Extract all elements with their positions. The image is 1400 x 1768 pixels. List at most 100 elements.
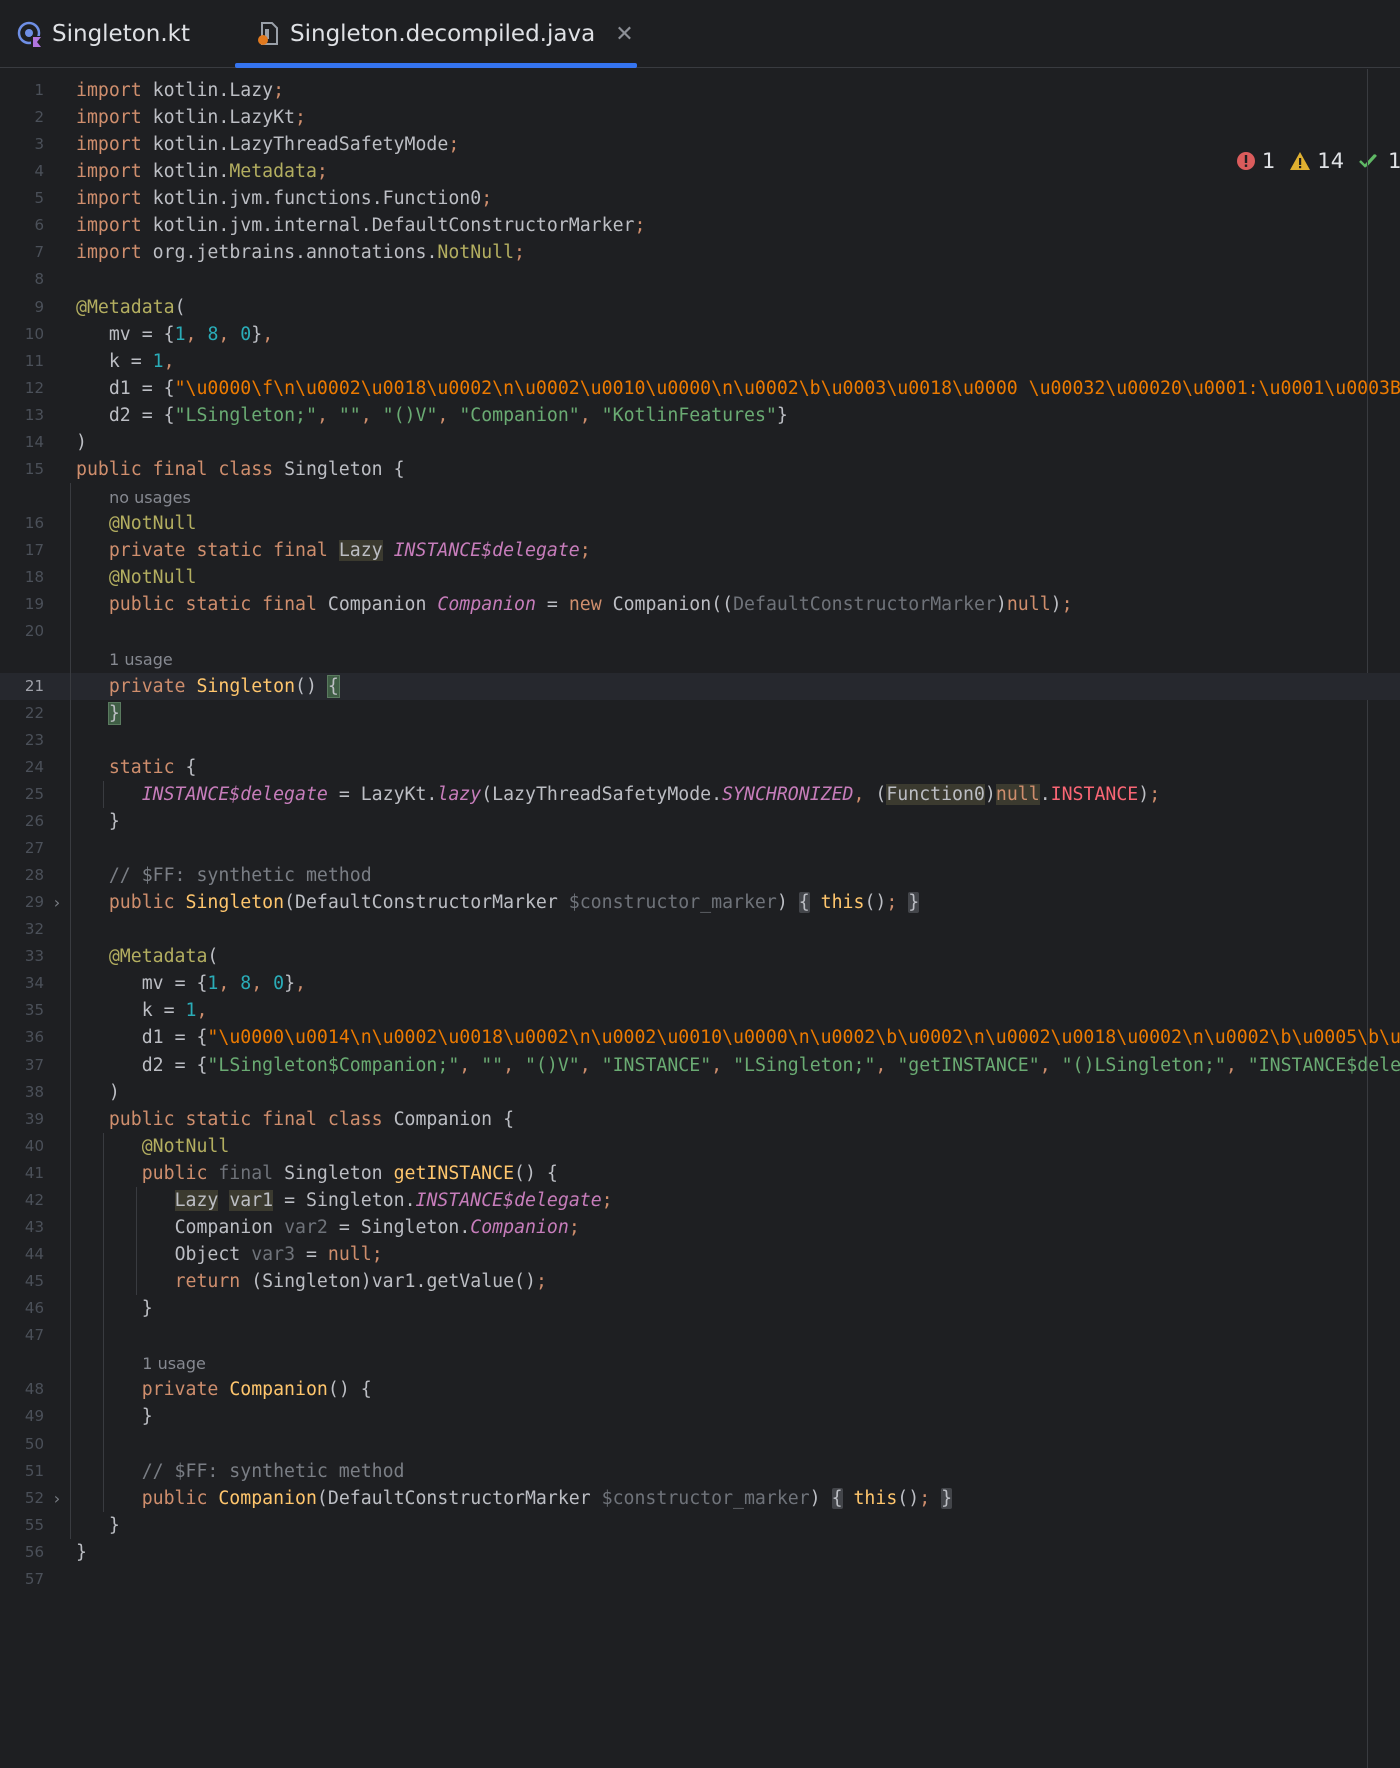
code-line[interactable]: 2 import kotlin.LazyKt; xyxy=(0,104,1400,131)
line-number: 40 xyxy=(24,1136,44,1155)
code-line[interactable]: 33 @Metadata( xyxy=(0,943,1400,970)
code-line[interactable]: 9 @Metadata( xyxy=(0,294,1400,321)
code-line[interactable]: 10 mv = {1, 8, 0}, xyxy=(0,321,1400,348)
line-number: 9 xyxy=(34,297,44,316)
tab-singleton-kt[interactable]: Singleton.kt xyxy=(16,0,190,68)
code-line[interactable]: 50 xyxy=(0,1431,1400,1458)
line-number: 25 xyxy=(24,784,44,803)
indent-guide xyxy=(103,780,105,808)
code-line[interactable]: 48 private Companion() { xyxy=(0,1376,1400,1403)
code-line[interactable]: 23 xyxy=(0,727,1400,754)
code-line[interactable]: 34 mv = {1, 8, 0}, xyxy=(0,970,1400,997)
code-line[interactable]: 36 d1 = {"\u0000\u0014\n\u0002\u0018\u00… xyxy=(0,1024,1400,1051)
code-line[interactable]: 41 public final Singleton getINSTANCE() … xyxy=(0,1160,1400,1187)
code-line[interactable]: 21 private Singleton() { xyxy=(0,672,1400,700)
code-line[interactable]: 26 } xyxy=(0,808,1400,835)
code-line[interactable]: 11 k = 1, xyxy=(0,348,1400,375)
usage-inlay-hint[interactable]: no usages xyxy=(109,488,191,507)
code-line[interactable]: 28 // $FF: synthetic method xyxy=(0,862,1400,889)
code-line[interactable]: 37 d2 = {"LSingleton$Companion;", "", "(… xyxy=(0,1052,1400,1079)
kotlin-file-icon xyxy=(17,21,42,47)
code-line[interactable]: 7 import org.jetbrains.annotations.NotNul… xyxy=(0,239,1400,266)
line-number: 7 xyxy=(34,243,44,262)
code-line[interactable]: 46 } xyxy=(0,1295,1400,1322)
line-number: 34 xyxy=(24,974,44,993)
code-line[interactable]: 38 ) xyxy=(0,1079,1400,1106)
line-number: 49 xyxy=(24,1407,44,1426)
code-text: public static final Companion Companion … xyxy=(108,594,1073,616)
tab-singleton-decompiled-java[interactable]: Singleton.decompiled.java ✕ xyxy=(254,0,634,68)
code-line[interactable]: 57 xyxy=(0,1566,1400,1593)
code-line[interactable]: 40 @NotNull xyxy=(0,1133,1400,1160)
usage-inlay-hint[interactable]: 1 usage xyxy=(109,650,173,669)
line-number: 24 xyxy=(24,757,44,776)
line-number: 17 xyxy=(24,541,44,560)
code-line[interactable]: 47 xyxy=(0,1322,1400,1349)
code-text: mv = {1, 8, 0}, xyxy=(108,323,274,345)
code-line[interactable]: 24 static { xyxy=(0,754,1400,781)
code-line[interactable]: 51 // $FF: synthetic method xyxy=(0,1458,1400,1485)
code-line[interactable]: 19 public static final Companion Compani… xyxy=(0,591,1400,618)
line-number: 37 xyxy=(24,1055,44,1074)
code-line[interactable]: 1 import kotlin.Lazy; xyxy=(0,77,1400,104)
code-line[interactable]: 25 INSTANCE$delegate = LazyKt.lazy(LazyT… xyxy=(0,781,1400,808)
tab-label: Singleton.kt xyxy=(52,21,191,47)
code-line[interactable]: 4 import kotlin.Metadata; xyxy=(0,158,1400,185)
code-text: import org.jetbrains.annotations.NotNull… xyxy=(76,242,525,264)
code-line[interactable]: 45 return (Singleton)var1.getValue(); xyxy=(0,1268,1400,1295)
code-line[interactable]: 14) xyxy=(0,429,1400,456)
code-line[interactable]: 15 public final class Singleton { xyxy=(0,456,1400,483)
code-line[interactable]: 44 Object var3 = null; xyxy=(0,1241,1400,1268)
code-text: @NotNull xyxy=(141,1135,230,1157)
code-text: import kotlin.jvm.functions.Function0; xyxy=(76,188,493,210)
code-line[interactable]: 17 private static final Lazy INSTANCE$de… xyxy=(0,537,1400,564)
line-number: 52 xyxy=(24,1488,44,1507)
code-line[interactable]: 8 xyxy=(0,266,1400,293)
code-line[interactable]: 13 d2 = {"LSingleton;", "", "()V", "Comp… xyxy=(0,402,1400,429)
code-line[interactable]: 49 } xyxy=(0,1403,1400,1430)
line-number: 56 xyxy=(24,1542,44,1561)
code-text: private Companion() { xyxy=(141,1379,372,1401)
code-editor[interactable]: 1 14 1 1 import kotlin.Lazy; 2 import kotli… xyxy=(0,69,1400,1768)
line-number: 45 xyxy=(24,1272,44,1291)
line-number: 32 xyxy=(24,920,44,939)
line-number: 8 xyxy=(34,270,44,289)
code-text: } xyxy=(107,701,121,725)
code-line[interactable]: 29 › public Singleton(DefaultConstructorM… xyxy=(0,889,1400,916)
code-text: } xyxy=(141,1298,153,1320)
line-number: 55 xyxy=(24,1515,44,1534)
code-line[interactable]: 55 } xyxy=(0,1512,1400,1539)
code-line[interactable]: 22 } xyxy=(0,700,1400,727)
code-line[interactable]: 16 @NotNull xyxy=(0,510,1400,537)
tab-label: Singleton.decompiled.java xyxy=(290,21,596,47)
code-line[interactable]: 42 Lazy var1 = Singleton.INSTANCE$delega… xyxy=(0,1187,1400,1214)
line-number: 22 xyxy=(24,703,44,722)
code-line[interactable]: 52 › public Companion(DefaultConstructorM… xyxy=(0,1485,1400,1512)
code-line[interactable]: 35 k = 1, xyxy=(0,997,1400,1024)
active-tab-indicator xyxy=(235,63,637,68)
code-line[interactable]: 43 Companion var2 = Singleton.Companion; xyxy=(0,1214,1400,1241)
editor-tab-bar: Singleton.kt Singleton.decompiled.java ✕ xyxy=(0,0,1400,68)
code-line[interactable]: 3 import kotlin.LazyThreadSafetyMode; xyxy=(0,131,1400,158)
line-number: 15 xyxy=(24,459,44,478)
code-line[interactable]: 18 @NotNull xyxy=(0,564,1400,591)
code-line[interactable]: 32 xyxy=(0,916,1400,943)
code-line[interactable]: 56} xyxy=(0,1539,1400,1566)
code-line[interactable]: 39 public static final class Companion { xyxy=(0,1106,1400,1133)
java-decompiled-file-icon xyxy=(258,22,278,45)
close-tab-icon[interactable]: ✕ xyxy=(615,22,633,47)
code-text: @NotNull xyxy=(108,567,197,589)
fold-chevron-icon[interactable]: › xyxy=(52,889,62,916)
code-text: d2 = {"LSingleton$Companion;", "", "()V"… xyxy=(141,1054,1400,1076)
fold-chevron-icon[interactable]: › xyxy=(52,1485,62,1512)
code-text: @Metadata( xyxy=(76,296,186,318)
code-line[interactable]: 20 xyxy=(0,618,1400,645)
usage-inlay-hint[interactable]: 1 usage xyxy=(142,1354,206,1373)
code-line[interactable]: 6 import kotlin.jvm.internal.DefaultConst… xyxy=(0,212,1400,239)
code-line[interactable]: 27 xyxy=(0,835,1400,862)
line-number: 19 xyxy=(24,595,44,614)
line-number: 50 xyxy=(24,1434,44,1453)
code-text: private static final Lazy INSTANCE$deleg… xyxy=(108,540,591,562)
code-line[interactable]: 5 import kotlin.jvm.functions.Function0; xyxy=(0,185,1400,212)
code-line[interactable]: 12 d1 = {"\u0000\f\n\u0002\u0018\u0002\n… xyxy=(0,375,1400,402)
